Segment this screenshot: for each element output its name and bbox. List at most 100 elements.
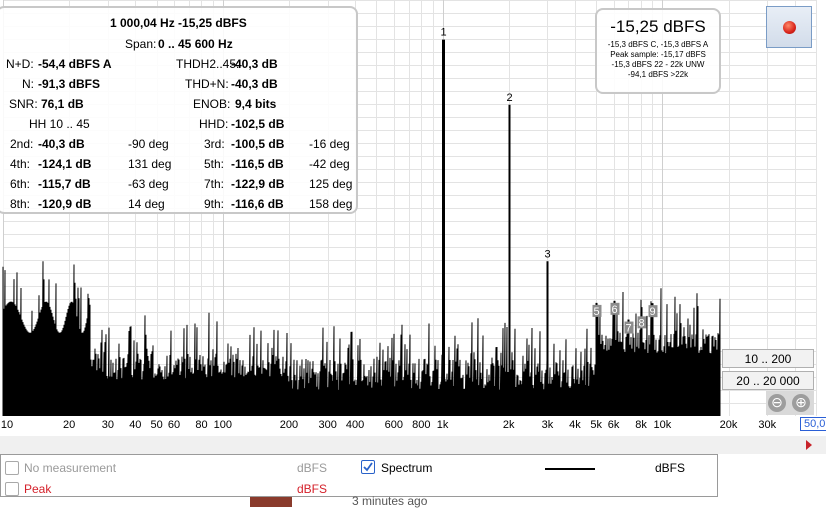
harmonic-label: 9th:: [204, 197, 225, 211]
x-tick-label: 1k: [436, 419, 449, 431]
background-timestamp: 3 minutes ago: [352, 494, 428, 508]
zoom-in-icon[interactable]: ⊕: [792, 394, 810, 412]
x-tick-label: 5k: [590, 419, 603, 431]
harmonic-label: 7th:: [204, 177, 225, 191]
harmonic-label: 3: [544, 248, 550, 260]
horizontal-scrollbar[interactable]: [0, 436, 826, 454]
harmonic-phase: -90 deg: [128, 137, 169, 151]
x-axis: 10 20 30 40 50 60 80 100 200 300 400 600 800 1k 2k 3k 4k…: [0, 416, 826, 436]
enob-label: ENOB:: [193, 97, 231, 111]
no-measurement-unit: dBFS: [297, 461, 328, 475]
level-line-1: -15,3 dBFS C, -15,3 dBFS A: [607, 40, 709, 49]
x-tick-label: 10k: [653, 419, 672, 431]
x-tick-label: 60: [167, 419, 181, 431]
x-tick-label: 600: [384, 419, 403, 431]
checkmark-icon: [363, 462, 373, 472]
harmonic-label: 5th:: [204, 157, 225, 171]
spectrum-label: Spectrum: [381, 461, 433, 475]
harmonic-value: -116,5 dB: [231, 157, 284, 171]
peak-label: Peak: [24, 482, 52, 496]
level-line-4: -94,1 dBFS >22k: [627, 70, 689, 79]
harmonic-label: 2: [506, 92, 512, 104]
x-tick-label: 2k: [502, 419, 515, 431]
harmonic-label: 2nd:: [10, 137, 34, 151]
harmonic-phase: -42 deg: [309, 157, 350, 171]
spectrum-unit: dBFS: [655, 461, 686, 475]
x-tick-label: 6k: [607, 419, 620, 431]
scroll-right-icon[interactable]: [806, 440, 812, 450]
range-10-200-button[interactable]: 10 .. 200: [722, 349, 814, 368]
peak-checkbox[interactable]: [5, 482, 19, 496]
level-line-3: -15,3 dBFS 22 - 22k UNW: [611, 60, 705, 69]
range-20-20000-button[interactable]: 20 .. 20 000: [722, 371, 814, 390]
spectrum-checkbox[interactable]: [361, 460, 375, 474]
harmonic-value: -124,1 dB: [38, 157, 92, 171]
x-tick-label: 30: [101, 419, 114, 431]
x-tick-labels: 10 20 30 40 50 60 80 100 200 300 400 600 800 1k 2k 3k 4k…: [0, 416, 826, 436]
x-tick-label: 20: [63, 419, 76, 431]
harmonic-label: 9: [649, 306, 655, 318]
harmonic-label: 8th:: [10, 197, 31, 211]
level-panel: -15,25 dBFS -15,3 dBFS C, -15,3 dBFS A P…: [595, 8, 721, 94]
harmonic-label: 8: [638, 317, 644, 329]
x-tick-label: 800: [412, 419, 431, 431]
hhd-value: -102,5 dB: [231, 117, 285, 131]
x-tick-label: 200: [279, 419, 299, 431]
harmonic-value: -40,3 dB: [38, 137, 85, 151]
harmonic-label: 6th:: [10, 177, 31, 191]
hhd-label: HHD:: [199, 117, 229, 131]
harmonic-phase: -63 deg: [128, 177, 169, 191]
zoom-out-icon[interactable]: ⊖: [768, 394, 786, 412]
x-tick-label: 30k: [758, 419, 777, 431]
x-tick-label: 40: [129, 419, 142, 431]
no-measurement-checkbox[interactable]: [5, 461, 19, 475]
no-measurement-label: No measurement: [24, 461, 117, 475]
hh-label: HH 10 .. 45: [29, 117, 90, 131]
x-tick-label: 300: [318, 419, 337, 431]
harmonic-value: -115,7 dB: [38, 177, 91, 191]
snr-value: 76,1 dB: [41, 97, 84, 111]
harmonic-label: 3rd:: [204, 137, 225, 151]
thdn-label: THD+N:: [185, 77, 229, 91]
harmonic-value: -116,6 dB: [231, 197, 284, 211]
harmonic-label: 4th:: [10, 157, 31, 171]
level-line-2: Peak sample: -15,17 dBFS: [610, 50, 706, 59]
x-tick-label: 80: [195, 419, 208, 431]
measurement-panel: 1 000,04 Hz -15,25 dBFS Span: 0 .. 45 60…: [0, 6, 358, 214]
n-value: -91,3 dBFS: [38, 77, 101, 91]
snr-label: SNR:: [9, 97, 38, 111]
span-label: Span:: [125, 37, 157, 51]
background-thumbnail: [250, 497, 292, 507]
x-max-field[interactable]: 50,0k: [800, 417, 826, 431]
harmonic-phase: 125 deg: [309, 177, 353, 191]
x-tick-label: 10: [0, 419, 14, 431]
enob-value: 9,4 bits: [235, 97, 277, 111]
harmonic-label: 1: [440, 27, 446, 39]
spectrum-line-swatch: [545, 468, 595, 470]
harmonic-label: 7: [625, 323, 631, 335]
harmonic-phase: -16 deg: [309, 137, 350, 151]
thdn-value: -40,3 dB: [231, 77, 278, 91]
nd-label: N+D:: [6, 57, 34, 71]
record-button[interactable]: [766, 6, 812, 48]
background-window: 3 minutes ago: [0, 494, 826, 508]
x-tick-label: 4k: [569, 419, 581, 431]
harmonic-phase: 158 deg: [309, 197, 353, 211]
thd-value: -40,3 dB: [231, 57, 278, 71]
level-readout: -15,25 dBFS: [610, 17, 706, 36]
spectrum-plot[interactable]: 1 2 3 56789 1 000,04 Hz -15,25 dBFS Span: 0…: [0, 0, 826, 417]
x-tick-label: 50: [150, 419, 163, 431]
x-tick-label: 8k: [635, 419, 647, 431]
thd-label: THDH2..45:: [176, 57, 240, 71]
harmonic-value: -120,9 dB: [38, 197, 92, 211]
harmonic-value: -100,5 dB: [231, 137, 285, 151]
span-value: 0 .. 45 600 Hz: [158, 37, 233, 51]
legend-panel: No measurement dBFS Peak dBFS Spectrum d…: [0, 454, 718, 497]
harmonic-value: -122,9 dB: [231, 177, 285, 191]
n-label: N:: [22, 77, 34, 91]
harmonic-phase: 14 deg: [128, 197, 165, 211]
x-tick-label: 100: [213, 419, 232, 431]
nd-value: -54,4 dBFS A: [38, 57, 112, 71]
fundamental-readout: 1 000,04 Hz -15,25 dBFS: [110, 16, 247, 30]
x-tick-label: 400: [345, 419, 365, 431]
